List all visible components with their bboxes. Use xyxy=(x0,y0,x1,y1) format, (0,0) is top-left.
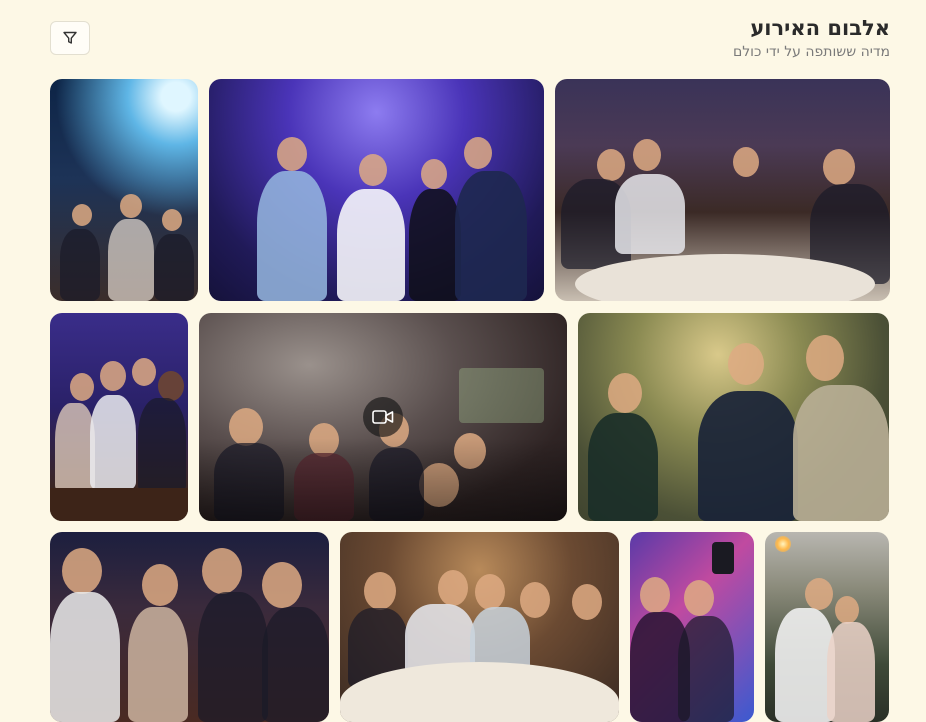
page-subtitle: מדיה ששותפה על ידי כולם xyxy=(732,44,890,60)
media-tile-confetti-crowd[interactable] xyxy=(50,79,198,301)
video-badge xyxy=(363,397,403,437)
filter-icon xyxy=(63,31,77,44)
media-tile-selfie[interactable] xyxy=(630,532,754,722)
video-camera-icon xyxy=(372,410,394,424)
media-tile-garden-conversation[interactable] xyxy=(578,313,889,521)
page-title: אלבום האירוע xyxy=(750,16,890,40)
media-tile-sparkler-couple[interactable] xyxy=(765,532,889,722)
media-tile-bar-shots[interactable] xyxy=(50,313,188,521)
media-tile-dancing-bride[interactable] xyxy=(209,79,544,301)
media-tile-dinner-table[interactable] xyxy=(340,532,619,722)
filter-button[interactable] xyxy=(50,21,90,55)
media-tile-dance-floor-video[interactable] xyxy=(199,313,567,521)
media-tile-table-toast[interactable] xyxy=(555,79,890,301)
media-tile-laughing-toast[interactable] xyxy=(50,532,329,722)
